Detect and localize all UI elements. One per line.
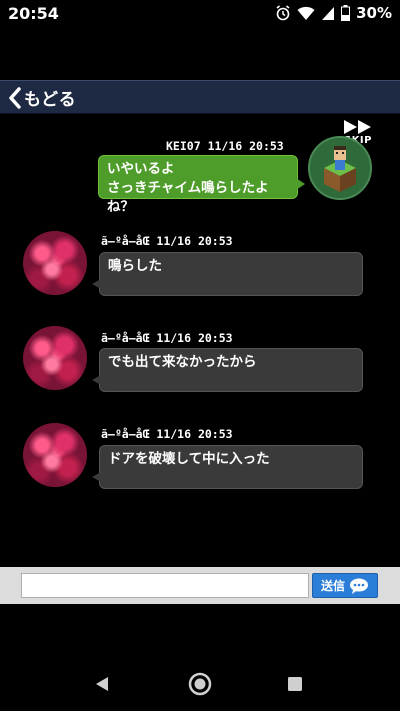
- status-icons: 30%: [275, 4, 392, 22]
- message-meta: ã–ºå–åŒ 11/16 20:53: [101, 331, 233, 345]
- message-bubble: いやいるよ さっきチャイム鳴らしたよね？: [98, 155, 305, 215]
- message-meta: ã–ºå–åŒ 11/16 20:53: [101, 427, 233, 441]
- message-line: さっきチャイム鳴らしたよね？: [107, 180, 269, 215]
- alarm-icon: [276, 5, 290, 21]
- message-timestamp: 11/16 20:53: [156, 331, 233, 345]
- chat-bubble-icon: [350, 578, 368, 594]
- message-bubble: でも出て来なかったから: [92, 348, 363, 392]
- message-sender: ã–ºå–åŒ: [101, 331, 150, 345]
- message-sender: ã–ºå–åŒ: [101, 234, 150, 248]
- avatar[interactable]: [23, 423, 87, 487]
- nav-back-icon[interactable]: [93, 675, 111, 693]
- back-button[interactable]: もどる: [8, 85, 76, 110]
- back-label: もどる: [24, 90, 77, 110]
- message-line: いやいるよ: [107, 161, 175, 177]
- signal-icon: [322, 7, 335, 20]
- status-time: 20:54: [8, 4, 59, 23]
- message-sender: ã–ºå–åŒ: [101, 427, 150, 441]
- message-timestamp: 11/16 20:53: [156, 427, 233, 441]
- message-timestamp: 11/16 20:53: [207, 139, 284, 153]
- message-meta: ã–ºå–åŒ 11/16 20:53: [101, 234, 233, 248]
- nav-recent-icon[interactable]: [287, 676, 303, 692]
- message-line: 鳴らした: [108, 258, 162, 274]
- avatar[interactable]: [23, 231, 87, 295]
- message-bubble: ドアを破壊して中に入った: [92, 445, 363, 489]
- battery-percent: 30%: [356, 4, 392, 22]
- battery-icon: [341, 5, 351, 21]
- system-nav-bar: [0, 655, 400, 711]
- message-input[interactable]: [21, 573, 309, 598]
- message-line: ドアを破壊して中に入った: [108, 451, 270, 467]
- message-timestamp: 11/16 20:53: [156, 234, 233, 248]
- message-bubble: 鳴らした: [92, 252, 363, 296]
- avatar[interactable]: [23, 326, 87, 390]
- send-button[interactable]: 送信: [312, 573, 378, 598]
- message-line: でも出て来なかったから: [108, 354, 257, 370]
- fast-forward-icon: [344, 120, 371, 134]
- top-nav-bar: もどる: [0, 80, 400, 114]
- status-bar: 20:54 30%: [0, 0, 400, 28]
- send-label: 送信: [320, 579, 345, 593]
- wifi-icon: [297, 6, 315, 20]
- avatar[interactable]: [308, 136, 372, 200]
- back-chevron-icon: [9, 86, 21, 109]
- message-input-bar: 送信: [0, 567, 400, 604]
- avatar-image: [310, 138, 370, 198]
- message-sender: KEI07: [166, 139, 201, 153]
- nav-home-icon[interactable]: [188, 672, 212, 696]
- message-meta: KEI07 11/16 20:53: [166, 139, 284, 153]
